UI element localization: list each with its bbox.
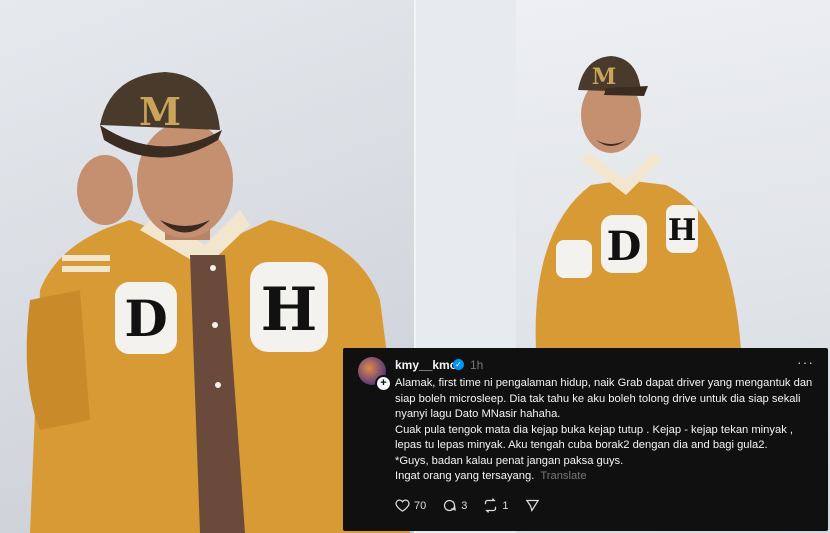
more-options-icon[interactable]: ··· (797, 354, 814, 370)
share-button[interactable] (525, 498, 540, 513)
post-actions: 70 3 1 (395, 498, 540, 513)
post-card[interactable]: + kmy__kmo ✓ 1h ··· Alamak, first time n… (343, 348, 828, 531)
post-time: 1h (470, 358, 484, 372)
comment-button[interactable]: 3 (442, 498, 467, 513)
svg-text:H: H (261, 275, 318, 345)
post-body: Alamak, first time ni pengalaman hidup, … (395, 376, 817, 485)
repost-button[interactable]: 1 (483, 498, 509, 513)
repost-icon (485, 498, 497, 513)
comment-icon (444, 499, 457, 512)
post-paragraph: *Guys, badan kalau penat jangan paksa gu… (395, 454, 624, 467)
send-icon (525, 499, 539, 513)
verified-badge-icon: ✓ (453, 359, 464, 370)
follow-plus-icon[interactable]: + (375, 375, 392, 392)
svg-text:D: D (124, 289, 167, 348)
post-paragraph: Cuak pula tengok mata dia kejap buka kej… (395, 423, 794, 452)
like-count: 70 (414, 499, 427, 512)
heart-icon (395, 499, 410, 512)
repost-count: 1 (502, 499, 509, 512)
like-button[interactable]: 70 (395, 498, 426, 513)
svg-text:M: M (139, 89, 181, 134)
svg-text:D: D (607, 223, 642, 270)
comment-count: 3 (461, 499, 468, 512)
post-paragraph: Alamak, first time ni pengalaman hidup, … (395, 377, 813, 420)
translate-link[interactable]: Translate (540, 470, 586, 482)
post-paragraph-text: Ingat orang yang tersayang. (395, 470, 535, 482)
post-paragraph-last: Ingat orang yang tersayang. Translate (395, 469, 817, 485)
svg-text:H: H (668, 213, 696, 248)
username[interactable]: kmy__kmo (395, 358, 457, 372)
svg-text:M: M (592, 64, 616, 90)
